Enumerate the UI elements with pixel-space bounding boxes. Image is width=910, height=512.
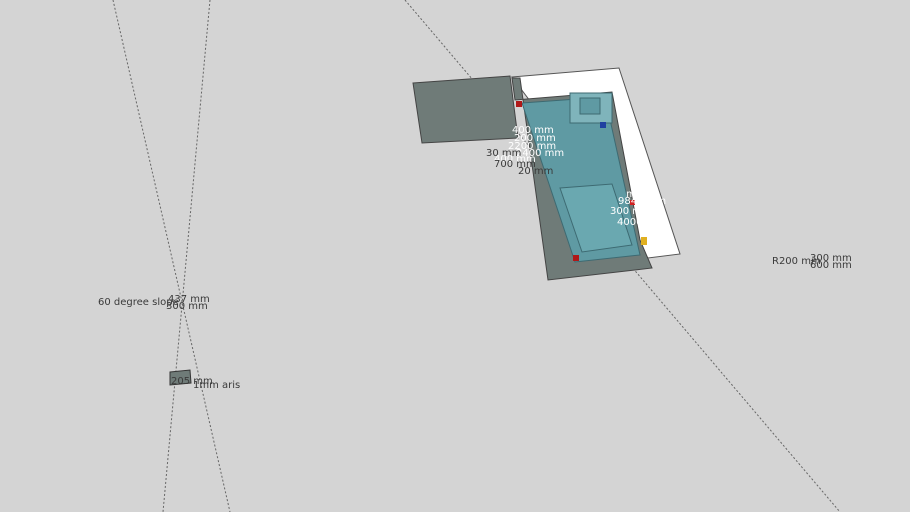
dim-label: 300 mm bbox=[610, 206, 652, 217]
marker-blue bbox=[600, 122, 606, 128]
dim-label: 20 mm bbox=[518, 166, 554, 177]
guide-lines bbox=[112, 0, 841, 512]
step-inner bbox=[579, 97, 601, 115]
dim-label: 300 mm bbox=[166, 301, 208, 312]
dim-label: 4000 mm bbox=[617, 217, 666, 228]
marker-red bbox=[516, 101, 522, 107]
side-slab bbox=[412, 75, 519, 144]
marker-red bbox=[573, 255, 579, 261]
marker-yellow bbox=[641, 237, 647, 245]
dim-label: 600 mm bbox=[810, 260, 852, 271]
aris-label: 1mm aris bbox=[193, 380, 241, 391]
